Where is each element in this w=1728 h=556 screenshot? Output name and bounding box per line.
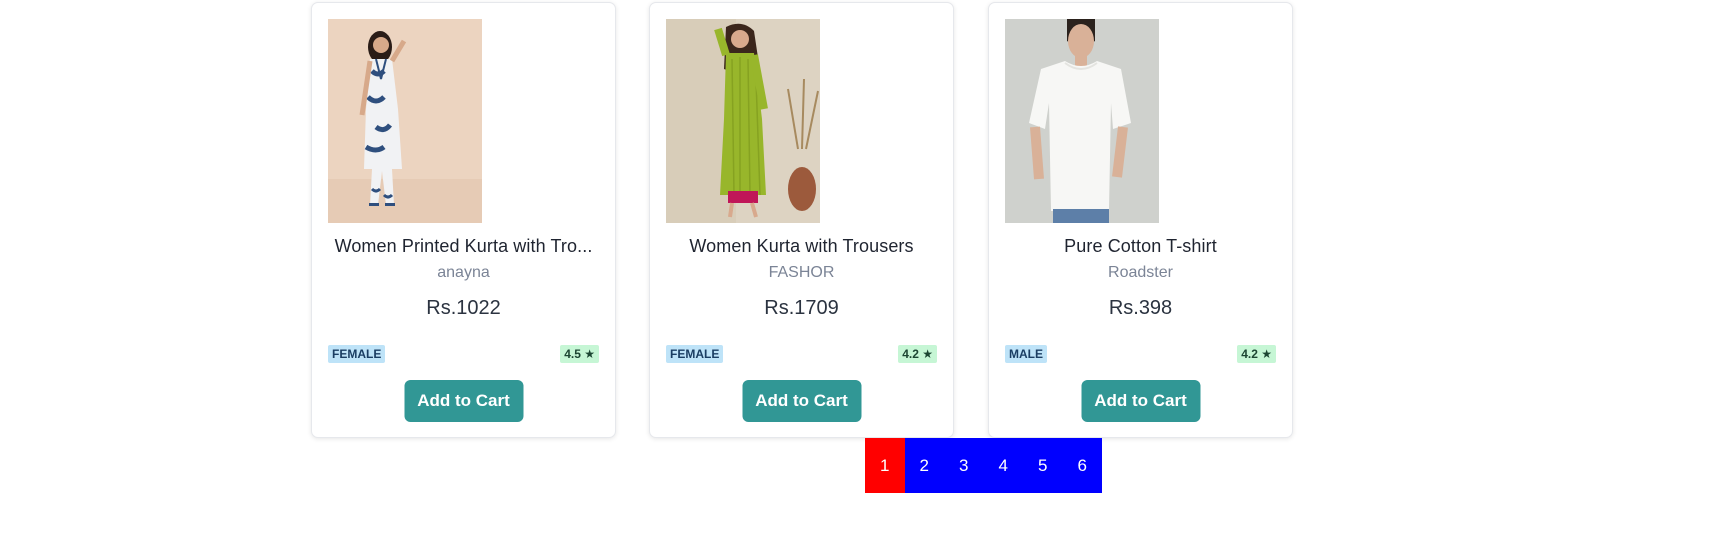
product-photo: [328, 19, 482, 223]
rating-badge: 4.2 ★: [898, 345, 937, 363]
product-price: Rs.398: [1108, 297, 1173, 319]
rating-badge: 4.2 ★: [1237, 345, 1276, 363]
product-image-printed-kurta[interactable]: [328, 19, 482, 223]
page-button-3[interactable]: 3: [944, 438, 984, 493]
product-price: Rs.1709: [764, 297, 839, 319]
page-button-5[interactable]: 5: [1023, 438, 1063, 493]
gender-badge: FEMALE: [328, 345, 386, 363]
product-name[interactable]: Women Kurta with Trousers: [662, 236, 941, 257]
product-photo: [1005, 19, 1159, 223]
pagination: 1 2 3 4 5 6: [865, 438, 1102, 493]
product-card[interactable]: Pure Cotton T-shirt Roadster Rs.398 MALE…: [988, 2, 1293, 438]
add-to-cart-button[interactable]: Add to Cart: [1081, 380, 1200, 422]
page-button-4[interactable]: 4: [983, 438, 1023, 493]
product-card[interactable]: Women Kurta with Trousers FASHOR Rs.1709…: [649, 2, 954, 438]
gender-badge: FEMALE: [666, 345, 724, 363]
page-button-2[interactable]: 2: [904, 438, 944, 493]
add-to-cart-button[interactable]: Add to Cart: [742, 380, 861, 422]
product-photo: [666, 19, 820, 223]
product-brand: Roadster: [1108, 264, 1173, 281]
product-price: Rs.1022: [426, 297, 501, 319]
add-to-cart-button[interactable]: Add to Cart: [404, 380, 523, 422]
rating-badge: 4.5 ★: [560, 345, 599, 363]
product-name[interactable]: Pure Cotton T-shirt: [1001, 236, 1280, 257]
page-button-6[interactable]: 6: [1062, 438, 1102, 493]
product-brand: anayna: [437, 264, 490, 281]
page-button-1[interactable]: 1: [865, 438, 905, 493]
product-image-cotton-tshirt[interactable]: [1005, 19, 1159, 223]
product-grid-page: Women Printed Kurta with Tro... anayna R…: [0, 0, 1728, 556]
product-name[interactable]: Women Printed Kurta with Tro...: [324, 236, 603, 257]
gender-badge: MALE: [1005, 345, 1047, 363]
product-card[interactable]: Women Printed Kurta with Tro... anayna R…: [311, 2, 616, 438]
product-image-green-kurta[interactable]: [666, 19, 820, 223]
product-brand: FASHOR: [768, 264, 835, 281]
